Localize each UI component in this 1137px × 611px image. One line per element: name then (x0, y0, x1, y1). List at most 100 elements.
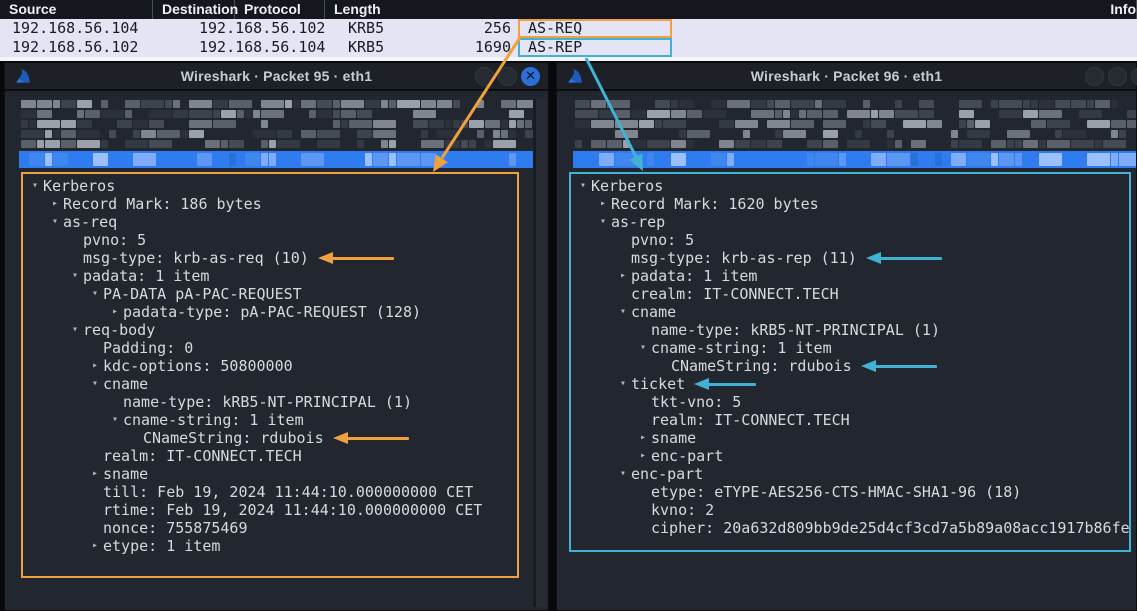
tree-row[interactable]: realm: IT-CONNECT.TECH (23, 447, 517, 465)
tree-row[interactable]: ▾ ticket (571, 375, 1129, 393)
tree-row[interactable]: ▾ Kerberos (23, 177, 517, 195)
expander-icon[interactable]: ▸ (635, 447, 651, 465)
tree-row[interactable]: etype: eTYPE-AES256-CTS-HMAC-SHA1-96 (18… (571, 483, 1129, 501)
packet-list: SourceDestinationProtocolLengthInfo 192.… (0, 0, 1137, 61)
expander-icon[interactable]: ▾ (615, 465, 631, 483)
protocol-cell: KRB5 (345, 38, 427, 57)
tree-row[interactable]: ▾ cname-string: 1 item (23, 411, 517, 429)
tree-row-label: sname (103, 465, 148, 483)
tree-row[interactable]: name-type: kRB5-NT-PRINCIPAL (1) (571, 321, 1129, 339)
tree-row[interactable]: ▸ enc-part (571, 447, 1129, 465)
packet-96-titlebar[interactable]: Wireshark · Packet 96 · eth1 (557, 63, 1136, 91)
close-button[interactable] (1131, 67, 1137, 86)
packet-row[interactable]: 192.168.56.104 192.168.56.102 KRB5 256 A… (0, 19, 1137, 38)
tree-row[interactable]: realm: IT-CONNECT.TECH (571, 411, 1129, 429)
expander-icon[interactable]: ▾ (635, 339, 651, 357)
expander-icon[interactable]: ▸ (615, 267, 631, 285)
column-header[interactable]: Destination (153, 0, 235, 19)
tree-row[interactable]: ▸ sname (23, 465, 517, 483)
tree-row[interactable]: ▸ Record Mark: 186 bytes (23, 195, 517, 213)
close-button[interactable]: ✕ (521, 67, 540, 86)
tree-row[interactable]: nonce: 755875469 (23, 519, 517, 537)
column-header[interactable]: Protocol (235, 0, 325, 19)
minimize-button[interactable] (475, 67, 494, 86)
tree-row[interactable]: ▾ as-req (23, 213, 517, 231)
tree-row-label: tkt-vno: 5 (651, 393, 741, 411)
expander-icon[interactable]: ▾ (27, 177, 43, 195)
tree-row[interactable]: ▾ enc-part (571, 465, 1129, 483)
empty-row-strip (0, 57, 1137, 61)
expander-icon[interactable]: ▸ (635, 429, 651, 447)
expander-icon[interactable]: ▾ (595, 213, 611, 231)
annotation-arrow (318, 252, 394, 265)
scrollbar[interactable] (533, 99, 546, 607)
tree-row-label: rtime: Feb 19, 2024 11:44:10.000000000 C… (103, 501, 482, 519)
maximize-button[interactable] (498, 67, 517, 86)
expander-icon[interactable]: ▸ (107, 303, 123, 321)
tree-row[interactable]: CNameString: rdubois (23, 429, 517, 447)
minimize-button[interactable] (1085, 67, 1104, 86)
tree-row[interactable]: ▾ cname-string: 1 item (571, 339, 1129, 357)
column-header[interactable]: Length (325, 0, 1101, 19)
annotation-arrow (861, 360, 937, 373)
expander-icon[interactable]: ▸ (87, 465, 103, 483)
tree-row[interactable]: tkt-vno: 5 (571, 393, 1129, 411)
tree-row[interactable]: ▾ cname (571, 303, 1129, 321)
expander-icon[interactable]: ▾ (575, 177, 591, 195)
tree-row[interactable]: name-type: kRB5-NT-PRINCIPAL (1) (23, 393, 517, 411)
hex-bytes-redacted (573, 99, 1136, 151)
expander-icon[interactable]: ▾ (67, 321, 83, 339)
expander-icon[interactable]: ▾ (615, 375, 631, 393)
tree-row[interactable]: msg-type: krb-as-rep (11) (571, 249, 1129, 267)
tree-row-label: cname (631, 303, 676, 321)
tree-row[interactable]: rtime: Feb 19, 2024 11:44:10.000000000 C… (23, 501, 517, 519)
tree-row[interactable]: ▾ PA-DATA pA-PAC-REQUEST (23, 285, 517, 303)
packet-list-rows: 192.168.56.104 192.168.56.102 KRB5 256 A… (0, 19, 1137, 57)
column-header[interactable]: Source (0, 0, 153, 19)
expander-icon[interactable]: ▸ (87, 357, 103, 375)
tree-row[interactable]: ▸ kdc-options: 50800000 (23, 357, 517, 375)
expander-icon[interactable]: ▸ (595, 195, 611, 213)
tree-row[interactable]: ▾ req-body (23, 321, 517, 339)
tree-row-label: ticket (631, 375, 685, 393)
packet-95-titlebar[interactable]: Wireshark · Packet 95 · eth1 ✕ (5, 63, 548, 91)
expander-icon[interactable]: ▾ (615, 303, 631, 321)
tree-row[interactable]: pvno: 5 (571, 231, 1129, 249)
wireshark-logo-icon (566, 67, 585, 86)
expander-icon[interactable]: ▾ (87, 285, 103, 303)
tree-row[interactable]: ▸ padata-type: pA-PAC-REQUEST (128) (23, 303, 517, 321)
tree-row[interactable]: ▾ cname (23, 375, 517, 393)
tree-row-label: sname (651, 429, 696, 447)
tree-row[interactable]: ▸ Record Mark: 1620 bytes (571, 195, 1129, 213)
tree-row-label: padata-type: pA-PAC-REQUEST (128) (123, 303, 421, 321)
expander-icon[interactable]: ▸ (47, 195, 63, 213)
column-header[interactable]: Info (1101, 0, 1137, 19)
expander-icon[interactable]: ▾ (87, 375, 103, 393)
tree-row[interactable]: ▾ padata: 1 item (23, 267, 517, 285)
tree-row-label: pvno: 5 (83, 231, 146, 249)
packet-row[interactable]: 192.168.56.102 192.168.56.104 KRB5 1690 … (0, 38, 1137, 57)
window-title: Wireshark · Packet 95 · eth1 (181, 68, 372, 84)
tree-row[interactable]: kvno: 2 (571, 501, 1129, 519)
tree-row[interactable]: ▾ Kerberos (571, 177, 1129, 195)
tree-row[interactable]: ▸ sname (571, 429, 1129, 447)
tree-row[interactable]: pvno: 5 (23, 231, 517, 249)
tree-row[interactable]: ▸ etype: 1 item (23, 537, 517, 555)
tree-row[interactable]: msg-type: krb-as-req (10) (23, 249, 517, 267)
tree-row[interactable]: CNameString: rdubois (571, 357, 1129, 375)
info-highlight-box: AS-REQ (518, 19, 672, 38)
expander-icon[interactable]: ▾ (47, 213, 63, 231)
expander-icon[interactable]: ▾ (107, 411, 123, 429)
tree-row[interactable]: crealm: IT-CONNECT.TECH (571, 285, 1129, 303)
tree-row[interactable]: Padding: 0 (23, 339, 517, 357)
expander-icon[interactable]: ▸ (87, 537, 103, 555)
tree-row-label: Padding: 0 (103, 339, 193, 357)
tree-row[interactable]: cipher: 20a632d809bb9de25d4cf3cd7a5b89a0… (571, 519, 1129, 537)
tree-row[interactable]: till: Feb 19, 2024 11:44:10.000000000 CE… (23, 483, 517, 501)
destination-cell: 192.168.56.104 (192, 38, 345, 57)
tree-row[interactable]: ▸ padata: 1 item (571, 267, 1129, 285)
tree-row[interactable]: ▾ as-rep (571, 213, 1129, 231)
expander-icon[interactable]: ▾ (67, 267, 83, 285)
maximize-button[interactable] (1108, 67, 1127, 86)
selected-row-redacted (573, 151, 1136, 168)
